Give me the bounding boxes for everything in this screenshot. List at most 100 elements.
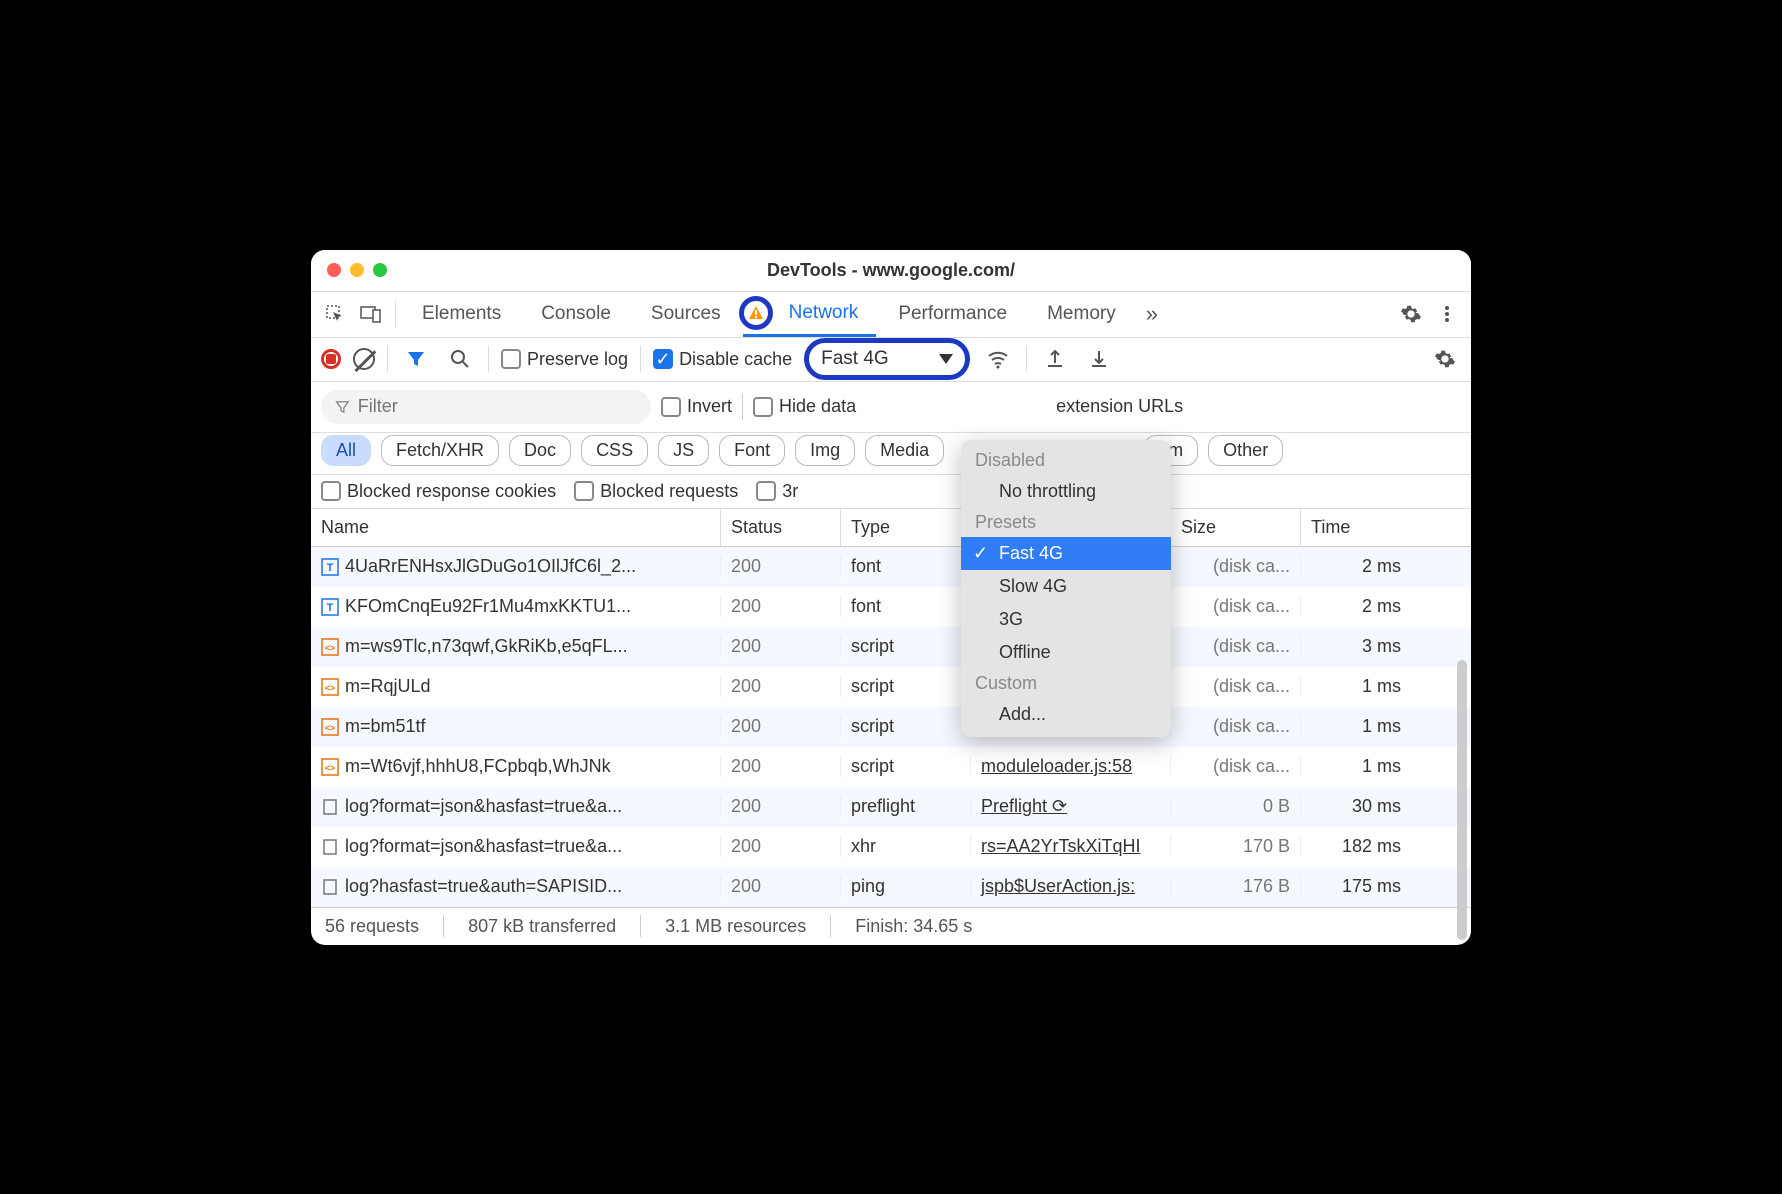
pill-js[interactable]: JS (658, 435, 709, 466)
filter-input-wrapper[interactable] (321, 390, 651, 424)
disable-cache-checkbox[interactable]: ✓Disable cache (653, 349, 792, 370)
dropdown-opt-fast4g[interactable]: Fast 4G (961, 537, 1171, 570)
cell-name: TKFOmCnqEu92Fr1Mu4mxKKTU1... (311, 596, 721, 617)
table-row[interactable]: log?hasfast=true&auth=SAPISID...200pingj… (311, 867, 1471, 907)
maximize-window[interactable] (373, 263, 387, 277)
file-type-icon (321, 878, 339, 896)
pill-img[interactable]: Img (795, 435, 855, 466)
file-type-icon: <> (321, 678, 339, 696)
file-type-icon: T (321, 558, 339, 576)
table-row[interactable]: <>m=RqjULd200script58(disk ca...1 ms (311, 667, 1471, 707)
pill-other[interactable]: Other (1208, 435, 1283, 466)
search-icon[interactable] (444, 343, 476, 375)
cell-time: 2 ms (1301, 556, 1411, 577)
tab-performance[interactable]: Performance (880, 292, 1025, 337)
tab-sources[interactable]: Sources (633, 292, 739, 337)
clear-button[interactable] (353, 348, 375, 370)
inspect-icon[interactable] (319, 298, 351, 330)
cell-time: 1 ms (1301, 756, 1411, 777)
cell-status: 200 (721, 596, 841, 617)
tab-network[interactable]: Network (743, 292, 877, 337)
dropdown-opt-no-throttling[interactable]: No throttling (961, 475, 1171, 508)
pill-media[interactable]: Media (865, 435, 944, 466)
status-finish: Finish: 34.65 s (855, 916, 972, 937)
window-title: DevTools - www.google.com/ (387, 260, 1395, 281)
panel-tabs: Elements Console Sources Network Perform… (311, 292, 1471, 338)
network-conditions-icon[interactable] (982, 343, 1014, 375)
col-name[interactable]: Name (311, 509, 721, 546)
network-settings-icon[interactable] (1429, 343, 1461, 375)
table-row[interactable]: log?format=json&hasfast=true&a...200xhrr… (311, 827, 1471, 867)
filter-input[interactable] (358, 396, 637, 417)
warning-icon (739, 296, 773, 330)
pill-font[interactable]: Font (719, 435, 785, 466)
third-party-checkbox[interactable]: 3r (756, 481, 798, 502)
more-tabs-icon[interactable]: » (1138, 301, 1166, 327)
dropdown-opt-offline[interactable]: Offline (961, 636, 1171, 669)
filter-bar: Invert Hide data extension URLs (311, 382, 1471, 433)
tab-elements[interactable]: Elements (404, 292, 519, 337)
cell-type: script (841, 716, 971, 737)
col-time[interactable]: Time (1301, 509, 1411, 546)
cell-initiator[interactable]: jspb$UserAction.js: (971, 876, 1171, 897)
dropdown-opt-3g[interactable]: 3G (961, 603, 1171, 636)
label-text: Disable cache (679, 349, 792, 370)
cell-status: 200 (721, 556, 841, 577)
window-controls (327, 263, 387, 277)
invert-checkbox[interactable]: Invert (661, 396, 732, 417)
pill-css[interactable]: CSS (581, 435, 648, 466)
blocked-cookies-checkbox[interactable]: Blocked response cookies (321, 481, 556, 502)
close-window[interactable] (327, 263, 341, 277)
blocked-filter-row: Blocked response cookies Blocked request… (311, 475, 1471, 509)
label-text: Preserve log (527, 349, 628, 370)
tab-console[interactable]: Console (523, 292, 629, 337)
table-row[interactable]: <>m=ws9Tlc,n73qwf,GkRiKb,e5qFL...200scri… (311, 627, 1471, 667)
col-status[interactable]: Status (721, 509, 841, 546)
pill-all[interactable]: All (321, 435, 371, 466)
dropdown-opt-add[interactable]: Add... (961, 698, 1171, 731)
device-toggle-icon[interactable] (355, 298, 387, 330)
col-type[interactable]: Type (841, 509, 971, 546)
scrollbar[interactable] (1457, 660, 1467, 940)
blocked-requests-checkbox[interactable]: Blocked requests (574, 481, 738, 502)
extension-urls-label: extension URLs (1056, 396, 1183, 417)
cell-type: script (841, 636, 971, 657)
cell-initiator[interactable]: Preflight ⟳ (971, 796, 1171, 817)
cell-initiator[interactable]: moduleloader.js:58 (971, 756, 1171, 777)
filter-toggle-icon[interactable] (400, 343, 432, 375)
cell-name: log?hasfast=true&auth=SAPISID... (311, 876, 721, 897)
record-button[interactable] (321, 349, 341, 369)
throttle-select[interactable]: Fast 4G (804, 338, 970, 380)
preserve-log-checkbox[interactable]: Preserve log (501, 349, 628, 370)
import-har-icon[interactable] (1039, 343, 1071, 375)
table-body: T4UaRrENHsxJlGDuGo1OIlJfC6l_2...200fontn… (311, 547, 1471, 907)
file-type-icon: <> (321, 758, 339, 776)
pill-fetch-xhr[interactable]: Fetch/XHR (381, 435, 499, 466)
cell-size: (disk ca... (1171, 676, 1301, 697)
minimize-window[interactable] (350, 263, 364, 277)
col-size[interactable]: Size (1171, 509, 1301, 546)
table-row[interactable]: TKFOmCnqEu92Fr1Mu4mxKKTU1...200fontn3:(d… (311, 587, 1471, 627)
dropdown-opt-slow4g[interactable]: Slow 4G (961, 570, 1171, 603)
cell-size: (disk ca... (1171, 756, 1301, 777)
kebab-menu-icon[interactable] (1431, 298, 1463, 330)
settings-icon[interactable] (1395, 298, 1427, 330)
hide-data-urls-checkbox[interactable]: Hide data (753, 396, 856, 417)
cell-type: preflight (841, 796, 971, 817)
cell-size: (disk ca... (1171, 636, 1301, 657)
table-row[interactable]: <>m=Wt6vjf,hhhU8,FCpbqb,WhJNk200scriptmo… (311, 747, 1471, 787)
svg-text:<>: <> (325, 723, 336, 733)
label-text: Invert (687, 396, 732, 417)
tab-memory[interactable]: Memory (1029, 292, 1134, 337)
pill-doc[interactable]: Doc (509, 435, 571, 466)
cell-time: 1 ms (1301, 716, 1411, 737)
cell-status: 200 (721, 796, 841, 817)
devtools-window: DevTools - www.google.com/ Elements Cons… (311, 250, 1471, 945)
table-row[interactable]: log?format=json&hasfast=true&a...200pref… (311, 787, 1471, 827)
cell-name: <>m=RqjULd (311, 676, 721, 697)
export-har-icon[interactable] (1083, 343, 1115, 375)
cell-name: <>m=Wt6vjf,hhhU8,FCpbqb,WhJNk (311, 756, 721, 777)
cell-initiator[interactable]: rs=AA2YrTskXiTqHI (971, 836, 1171, 857)
table-row[interactable]: T4UaRrENHsxJlGDuGo1OIlJfC6l_2...200fontn… (311, 547, 1471, 587)
table-row[interactable]: <>m=bm51tf200scriptmoduleloader.js:58(di… (311, 707, 1471, 747)
